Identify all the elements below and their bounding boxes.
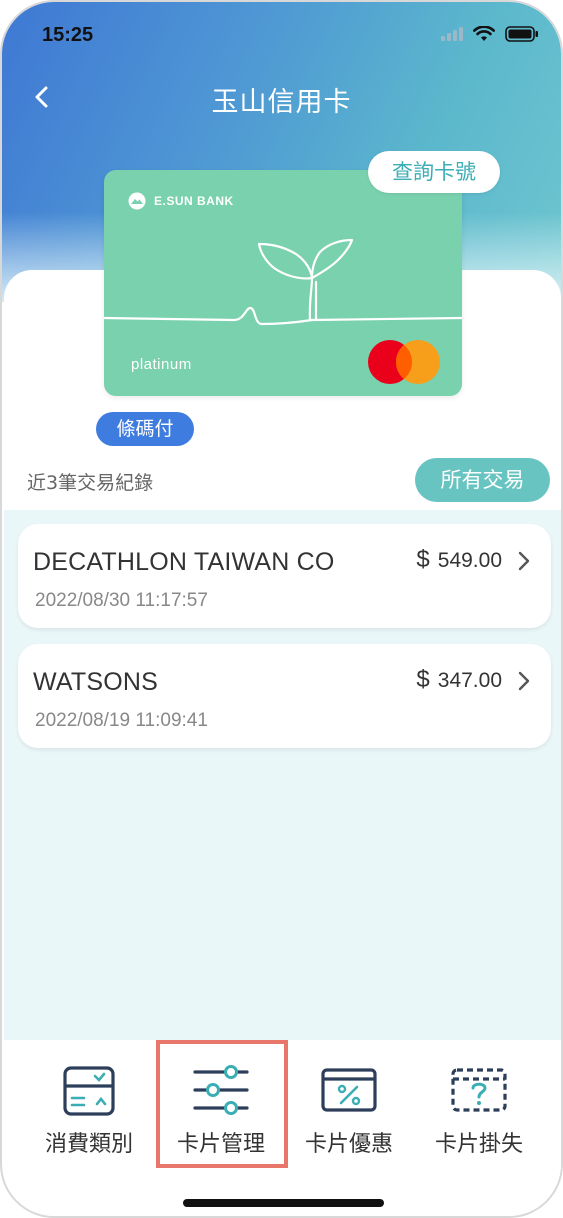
transaction-row[interactable]: DECATHLON TAIWAN CO 2022/08/30 11:17:57 …	[18, 524, 551, 628]
currency-symbol: $	[416, 546, 430, 573]
tab-card-discount[interactable]: 卡片優惠	[284, 1040, 414, 1170]
transaction-amount: $549.00	[416, 546, 502, 574]
tab-card-lost[interactable]: 卡片掛失	[414, 1040, 544, 1170]
tab-label: 卡片掛失	[434, 1132, 523, 1157]
recent-transactions-label: 近3筆交易紀錄	[27, 472, 154, 494]
page-title: 玉山信用卡	[211, 87, 352, 118]
bank-logo: E.SUN BANK	[128, 192, 234, 210]
transaction-list: DECATHLON TAIWAN CO 2022/08/30 11:17:57 …	[4, 510, 561, 1040]
transaction-merchant: WATSONS	[33, 668, 159, 696]
nav-header: 玉山信用卡	[2, 72, 561, 128]
amount-value: 549.00	[437, 549, 502, 572]
battery-icon	[505, 26, 538, 42]
sprout-line-art	[104, 238, 462, 326]
mountain-logo-icon	[128, 192, 146, 210]
transaction-amount: $347.00	[416, 666, 502, 694]
amount-value: 347.00	[437, 669, 502, 692]
currency-symbol: $	[416, 666, 430, 693]
wifi-icon	[473, 26, 495, 41]
home-indicator[interactable]	[183, 1199, 384, 1207]
bottom-tab-bar: 消費類別 卡片管理 卡片優惠 卡片掛失	[4, 1040, 561, 1216]
all-transactions-button[interactable]: 所有交易	[415, 458, 550, 502]
tab-spending-category[interactable]: 消費類別	[24, 1040, 154, 1170]
status-time: 15:25	[42, 24, 94, 46]
signal-icon	[441, 27, 463, 41]
card-discount-icon	[321, 1068, 377, 1112]
credit-card-image[interactable]: E.SUN BANK platinum	[104, 170, 462, 396]
transaction-datetime: 2022/08/19 11:09:41	[35, 710, 208, 731]
status-bar: 15:25	[2, 2, 561, 62]
chevron-right-icon	[518, 671, 530, 691]
spending-category-icon	[63, 1066, 115, 1116]
query-card-number-button[interactable]: 查詢卡號	[368, 151, 500, 193]
chevron-right-icon	[518, 551, 530, 571]
tab-label: 卡片優惠	[304, 1132, 393, 1157]
transaction-row[interactable]: WATSONS 2022/08/19 11:09:41 $347.00	[18, 644, 551, 748]
card-tier: platinum	[131, 356, 192, 373]
transaction-datetime: 2022/08/30 11:17:57	[35, 590, 208, 611]
bank-name: E.SUN BANK	[154, 194, 234, 208]
status-icons	[441, 26, 539, 42]
phone-screen: 15:25 玉山信用卡 E.SUN BANK platinum 查詢卡號 條碼付…	[0, 0, 563, 1218]
transaction-merchant: DECATHLON TAIWAN CO	[33, 548, 335, 576]
card-lost-icon	[451, 1068, 507, 1112]
mastercard-logo-icon	[368, 340, 440, 384]
selected-tab-highlight	[156, 1040, 288, 1168]
tab-label: 消費類別	[44, 1132, 133, 1157]
barcode-pay-button[interactable]: 條碼付	[96, 412, 194, 446]
